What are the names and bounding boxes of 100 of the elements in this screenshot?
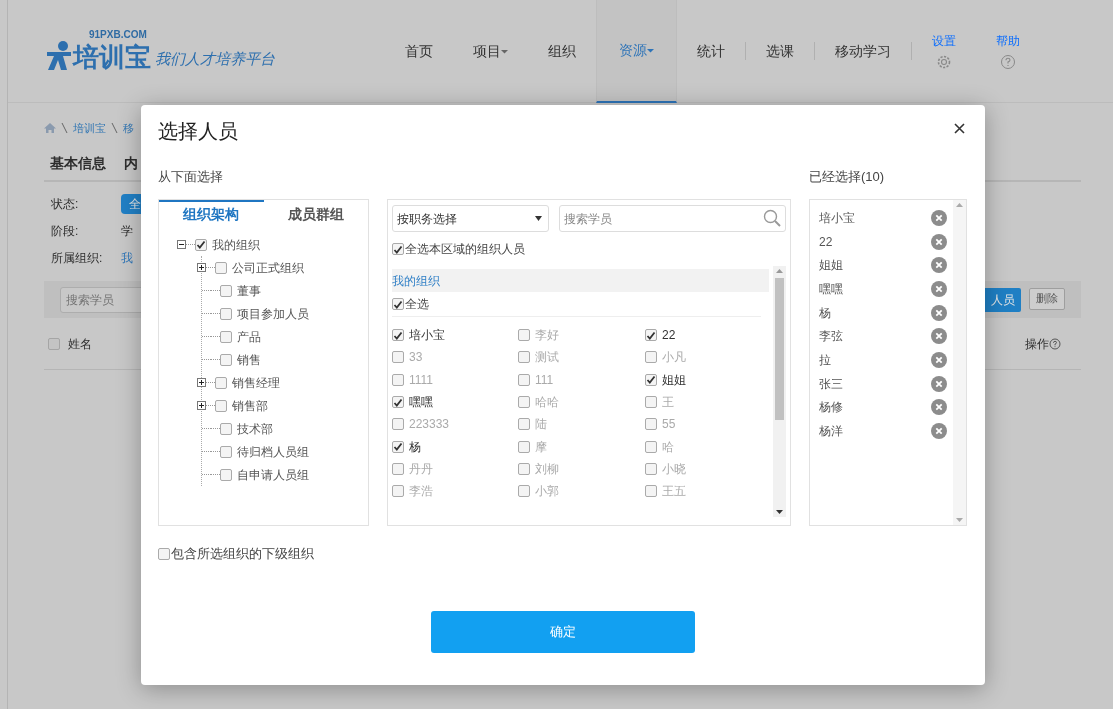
person-name: 嘿嘿 [409,394,433,412]
checkbox[interactable] [220,445,232,458]
checkbox[interactable] [518,373,530,386]
checkbox[interactable] [392,485,404,498]
remove-button[interactable] [931,375,947,392]
checkbox[interactable] [392,298,404,310]
logo-domain: 91PXB.COM [89,30,148,40]
person-name: 1111 [409,371,434,389]
filter-label: 所属组织: [51,249,104,267]
tree-item[interactable]: 技术部 [237,419,273,438]
checkbox[interactable] [48,337,60,350]
panel-tab[interactable]: 组织架构 [159,200,264,227]
search-field[interactable]: 搜索学员 [559,205,786,232]
expand-toggle[interactable] [177,240,186,249]
close-icon [954,123,965,134]
checkbox[interactable] [215,376,227,389]
scroll-down-icon [776,510,783,514]
checkbox[interactable] [645,373,657,386]
remove-button[interactable] [931,257,947,274]
checkbox[interactable] [392,418,404,431]
checkbox[interactable] [215,399,227,412]
person-name: 杨 [409,438,421,456]
checkbox[interactable] [195,238,207,251]
section-label: 已经选择(10) [809,168,886,186]
remove-icon [931,375,947,392]
person-name: 姐姐 [662,371,686,389]
checkbox[interactable] [392,351,404,364]
checkbox[interactable] [645,462,657,475]
tree-item[interactable]: 产品 [237,327,261,346]
column-header: 操作 [1025,335,1049,353]
remove-button[interactable] [931,280,947,297]
checkbox[interactable] [645,418,657,431]
expand-toggle[interactable] [197,263,206,272]
remove-button[interactable] [931,233,947,250]
scrollbar[interactable] [773,266,786,517]
help-icon [1000,54,1016,70]
checkbox[interactable] [518,462,530,475]
nav-link[interactable]: 统计 [677,0,745,103]
nav-link[interactable]: 选课 [746,0,814,103]
checkbox[interactable] [220,330,232,343]
checkbox[interactable] [392,373,404,386]
caret-icon [535,216,542,221]
checkbox[interactable] [518,440,530,453]
expand-toggle[interactable] [197,378,206,387]
checkbox[interactable] [220,468,232,481]
filter-label: 阶段: [51,222,80,240]
tree-item[interactable]: 董事 [237,281,261,300]
delete-button[interactable]: 删除 [1029,287,1065,310]
checkbox[interactable] [518,351,530,364]
tree-item[interactable]: 自申请人员组 [237,465,309,484]
remove-button[interactable] [931,351,947,368]
checkbox[interactable] [220,284,232,297]
remove-button[interactable] [931,209,947,226]
tree-item[interactable]: 公司正式组织 [232,258,304,277]
selected-person: 杨修 [819,399,843,417]
nav-link[interactable]: 移动学习 [815,0,911,103]
tree-item[interactable]: 我的组织 [212,235,260,254]
nav-link[interactable]: 项目 [453,0,528,103]
tree-item[interactable]: 待归档人员组 [237,442,309,461]
nav-link[interactable]: 组织 [528,0,596,103]
nav-link[interactable]: 首页 [385,0,453,103]
selected-person: 李弦 [819,328,843,346]
filter-option[interactable]: 学 [121,221,133,240]
tree-item[interactable]: 销售部 [232,396,268,415]
tree-item[interactable]: 销售经理 [232,373,280,392]
remove-button[interactable] [931,304,947,321]
checkbox[interactable] [645,396,657,409]
remove-icon [931,399,947,416]
checkbox[interactable] [645,351,657,364]
checkbox[interactable] [392,440,404,453]
checkbox[interactable] [215,261,227,274]
position-select[interactable]: 按职务选择 [392,205,549,232]
checkbox[interactable] [645,329,657,342]
checkbox[interactable] [518,396,530,409]
checkbox[interactable] [220,422,232,435]
checkbox[interactable] [220,307,232,320]
checkbox[interactable] [645,440,657,453]
remove-button[interactable] [931,423,947,440]
remove-button[interactable] [931,328,947,345]
panel-tab[interactable]: 成员群组 [263,200,368,227]
remove-button[interactable] [931,399,947,416]
filter-label: 状态: [51,195,80,213]
checkbox[interactable] [158,547,170,560]
checkbox[interactable] [392,329,404,342]
page-tab[interactable]: 基本信息 [50,153,106,174]
checkbox[interactable] [518,418,530,431]
checkbox[interactable] [392,243,404,255]
checkbox[interactable] [220,353,232,366]
checkbox[interactable] [392,462,404,475]
page-tab[interactable]: 内 [124,153,138,174]
tree-item[interactable]: 项目参加人员 [237,304,309,323]
person-name: 李好 [535,327,559,345]
remove-icon [931,280,947,297]
checkbox[interactable] [518,485,530,498]
checkbox[interactable] [645,485,657,498]
expand-toggle[interactable] [197,401,206,410]
checkbox[interactable] [518,329,530,342]
tree-item[interactable]: 销售 [237,350,261,369]
scrollbar[interactable] [953,200,966,525]
checkbox[interactable] [392,396,404,409]
